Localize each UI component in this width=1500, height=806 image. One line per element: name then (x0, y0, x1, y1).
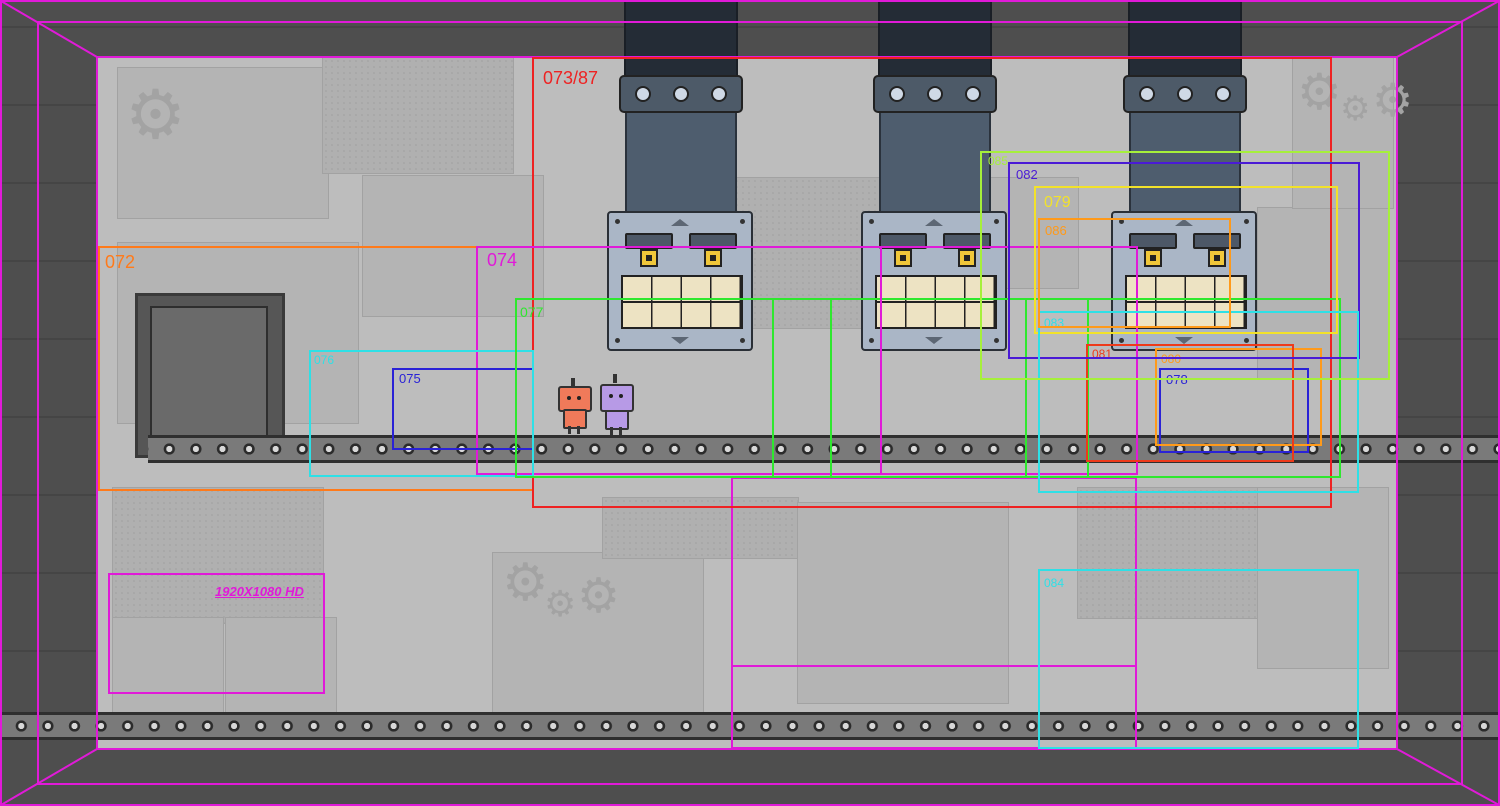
camera-box-076: 076 (309, 350, 534, 477)
camera-box-label: 074 (487, 250, 518, 270)
camera-box-label: 084 (1044, 576, 1065, 590)
resolution-label: 1920X1080 HD (215, 584, 304, 599)
camera-box-label: 072 (105, 252, 136, 272)
camera-box-077-divider (772, 298, 832, 478)
camera-box-label: 076 (314, 353, 335, 367)
resolution-reference-box: 1920X1080 HD (108, 573, 325, 694)
camera-box-074-divider (880, 246, 882, 474)
game-scene: ⚙ ⚙ ⚙ ⚙ ⚙ ⚙ ⚙ 072 073/87 074 075 076 077… (0, 0, 1500, 806)
camera-box-label: 073/87 (543, 68, 599, 88)
camera-box-label: 077 (520, 304, 544, 320)
camera-box-label: 086 (1045, 223, 1067, 238)
camera-box-086: 086 (1038, 218, 1231, 328)
camera-box-label: 085 (988, 154, 1009, 168)
camera-box-084: 084 (1038, 569, 1359, 749)
